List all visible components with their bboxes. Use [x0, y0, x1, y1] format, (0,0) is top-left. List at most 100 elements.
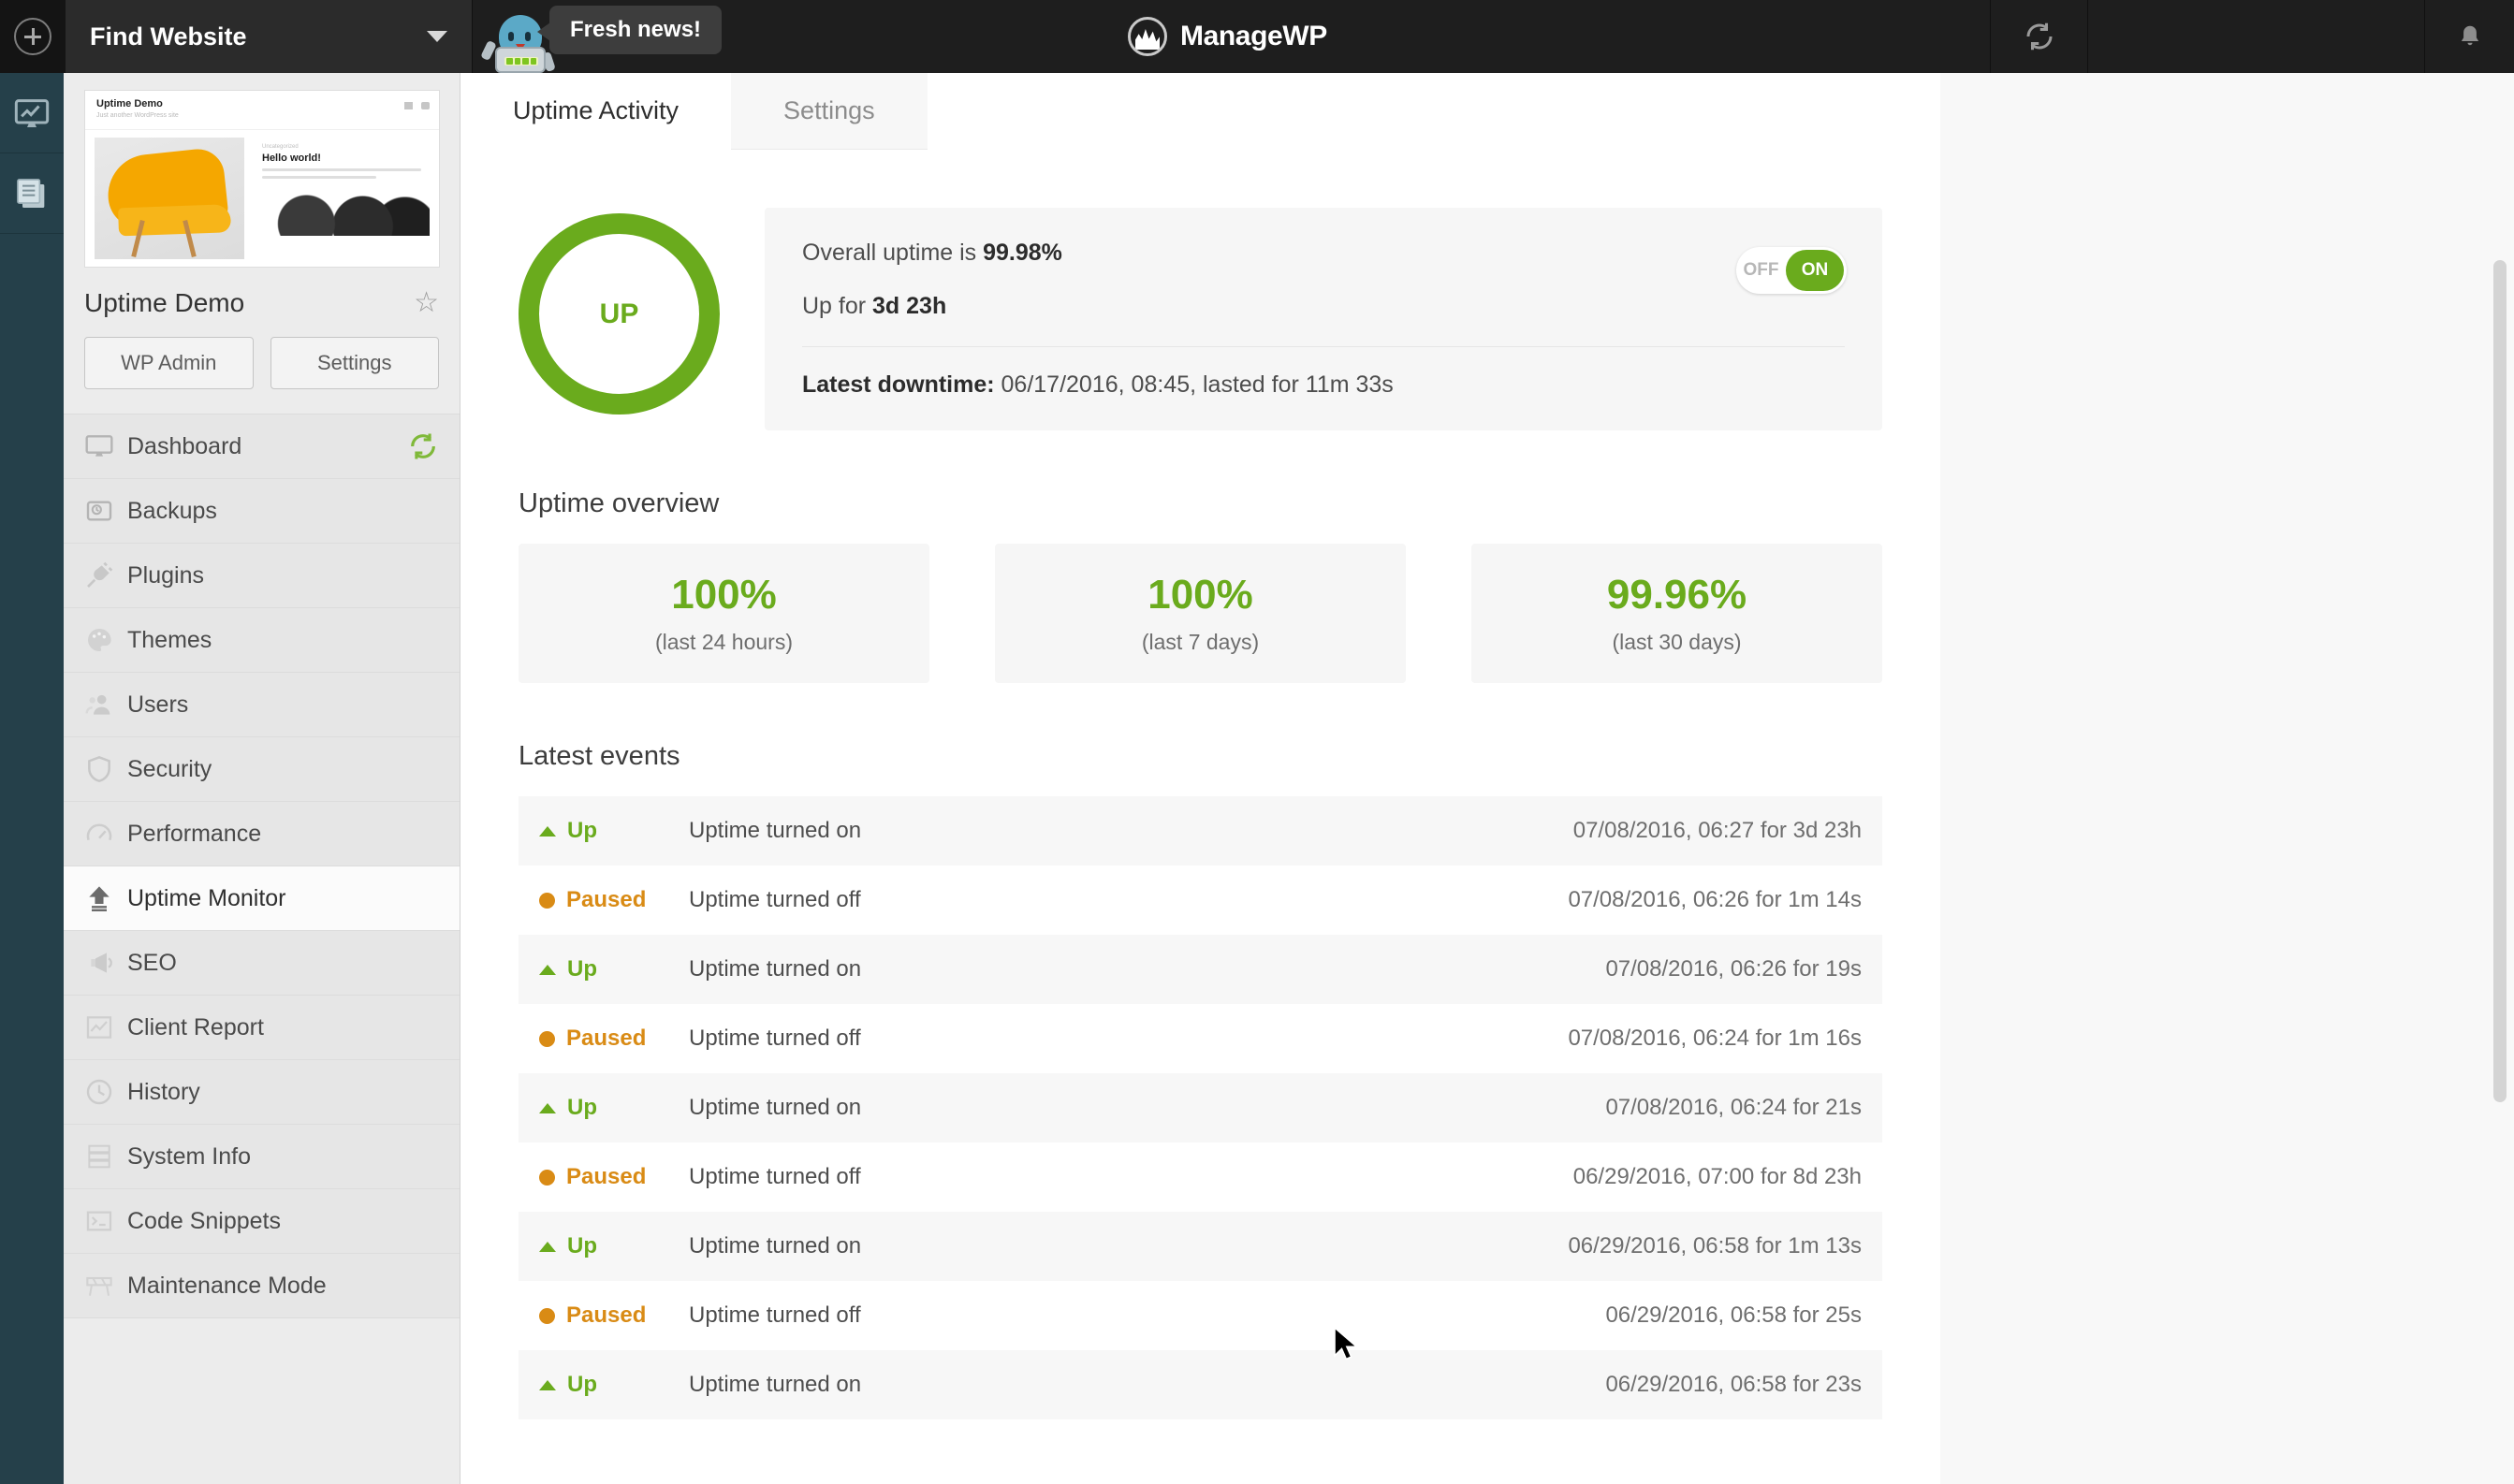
barrier-icon — [84, 1271, 127, 1301]
rail-item-analytics[interactable] — [0, 73, 64, 153]
up-for-line: Up for 3d 23h — [802, 293, 1845, 320]
rail-item-documents[interactable] — [0, 153, 64, 234]
app-root: Find Website Fresh news! ManageWP — [0, 0, 2514, 1484]
star-icon[interactable]: ☆ — [414, 289, 439, 317]
event-description: Uptime turned on — [689, 1233, 1568, 1259]
status-up-icon — [539, 1380, 556, 1390]
site-thumbnail-card[interactable]: Uptime Demo Just another WordPress site … — [64, 73, 460, 268]
palette-icon — [84, 625, 127, 655]
table-row[interactable]: Up Uptime turned on 07/08/2016, 06:27 fo… — [519, 796, 1882, 866]
harddrive-clock-icon — [84, 496, 127, 526]
sidebar-item-security[interactable]: Security — [64, 737, 460, 802]
plus-circle-icon — [14, 18, 51, 55]
status-divider — [802, 346, 1845, 347]
sidebar-item-label: History — [127, 1079, 439, 1106]
terminal-icon — [84, 1206, 127, 1236]
table-row[interactable]: Paused Uptime turned off 06/29/2016, 06:… — [519, 1281, 1882, 1350]
event-status: Up — [539, 818, 689, 844]
tab-bar: Uptime Activity Settings — [460, 73, 1940, 150]
latest-downtime-label: Latest downtime: — [802, 371, 995, 398]
overview-period: (last 24 hours) — [519, 630, 929, 655]
latest-events-table: Up Uptime turned on 07/08/2016, 06:27 fo… — [519, 796, 1882, 1419]
event-time: 07/08/2016, 06:27 for 3d 23h — [1573, 818, 1862, 844]
sidebar-item-label: Dashboard — [127, 433, 407, 460]
sidebar-item-code-snippets[interactable]: Code Snippets — [64, 1189, 460, 1254]
sidebar-item-label: Backups — [127, 498, 439, 525]
sidebar-nav: Dashboard Backups Plugins — [64, 414, 460, 1318]
status-paused-icon — [539, 1031, 555, 1047]
add-website-button[interactable] — [0, 0, 66, 73]
sidebar-item-maintenance-mode[interactable]: Maintenance Mode — [64, 1254, 460, 1318]
status-up-icon — [539, 1103, 556, 1113]
documents-icon — [13, 175, 51, 212]
overall-uptime-line: Overall uptime is 99.98% — [802, 240, 1845, 267]
event-status-label: Paused — [566, 887, 646, 913]
sidebar-item-plugins[interactable]: Plugins — [64, 544, 460, 608]
event-time: 06/29/2016, 06:58 for 25s — [1605, 1302, 1862, 1329]
up-for-prefix: Up for — [802, 293, 872, 319]
table-row[interactable]: Up Uptime turned on 06/29/2016, 06:58 fo… — [519, 1350, 1882, 1419]
event-status: Up — [539, 1095, 689, 1121]
sidebar-item-client-report[interactable]: Client Report — [64, 996, 460, 1060]
overview-card: 100% (last 24 hours) — [519, 544, 929, 683]
refresh-button[interactable] — [1990, 0, 2087, 73]
table-row[interactable]: Paused Uptime turned off 07/08/2016, 06:… — [519, 1004, 1882, 1073]
event-description: Uptime turned on — [689, 818, 1573, 844]
sync-icon[interactable] — [407, 430, 439, 462]
site-action-buttons: WP Admin Settings — [64, 337, 460, 414]
sidebar-item-backups[interactable]: Backups — [64, 479, 460, 544]
sidebar-item-system-info[interactable]: System Info — [64, 1125, 460, 1189]
brand-name: ManageWP — [1180, 21, 1327, 52]
notification-bell-icon — [2456, 22, 2484, 51]
megaphone-icon — [84, 948, 127, 978]
uptime-overview-cards: 100% (last 24 hours) 100% (last 7 days) … — [519, 544, 1882, 683]
tab-uptime-activity[interactable]: Uptime Activity — [460, 73, 731, 150]
thumbnail-body: Uncategorized Hello world! — [85, 130, 439, 267]
tab-settings[interactable]: Settings — [731, 73, 928, 150]
sidebar-item-label: Plugins — [127, 562, 439, 589]
event-status-label: Up — [567, 1372, 597, 1398]
thumbnail-post-image — [254, 193, 430, 236]
sidebar-item-uptime-monitor[interactable]: Uptime Monitor — [64, 866, 460, 931]
find-website-dropdown[interactable]: Find Website — [66, 0, 473, 73]
top-bar: Find Website Fresh news! ManageWP — [0, 0, 2514, 73]
table-row[interactable]: Up Uptime turned on 07/08/2016, 06:26 fo… — [519, 935, 1882, 1004]
sidebar-item-label: Themes — [127, 627, 439, 654]
site-name-row: Uptime Demo ☆ — [64, 268, 460, 337]
table-row[interactable]: Up Uptime turned on 07/08/2016, 06:24 fo… — [519, 1073, 1882, 1142]
find-website-label: Find Website — [90, 22, 427, 51]
sidebar-item-dashboard[interactable]: Dashboard — [64, 415, 460, 479]
sidebar-item-themes[interactable]: Themes — [64, 608, 460, 673]
event-status: Up — [539, 1372, 689, 1398]
uptime-monitor-toggle[interactable]: OFF ON — [1736, 247, 1847, 294]
sidebar-item-history[interactable]: History — [64, 1060, 460, 1125]
notifications-button[interactable] — [2424, 0, 2514, 73]
event-description: Uptime turned on — [689, 1372, 1605, 1398]
wp-admin-button[interactable]: WP Admin — [84, 337, 254, 389]
status-up-icon — [539, 965, 556, 975]
status-paused-icon — [539, 893, 555, 909]
uptime-overview-title: Uptime overview — [519, 488, 1882, 519]
sidebar-item-label: Uptime Monitor — [127, 885, 439, 912]
uptime-status-details: Overall uptime is 99.98% Up for 3d 23h L… — [765, 208, 1882, 430]
overall-uptime-value: 99.98% — [983, 240, 1062, 266]
vertical-scrollbar[interactable] — [2493, 260, 2507, 1102]
thumbnail-header: Uptime Demo Just another WordPress site — [85, 91, 439, 130]
table-row[interactable]: Paused Uptime turned off 07/08/2016, 06:… — [519, 866, 1882, 935]
site-settings-button[interactable]: Settings — [270, 337, 440, 389]
table-row[interactable]: Up Uptime turned on 06/29/2016, 06:58 fo… — [519, 1212, 1882, 1281]
sidebar-item-performance[interactable]: Performance — [64, 802, 460, 866]
sidebar-item-label: SEO — [127, 950, 439, 977]
status-up-icon — [539, 1242, 556, 1252]
news-mascot-area[interactable]: Fresh news! — [482, 0, 557, 73]
table-row[interactable]: Paused Uptime turned off 06/29/2016, 07:… — [519, 1142, 1882, 1212]
overview-percent: 100% — [995, 572, 1406, 618]
overview-percent: 99.96% — [1471, 572, 1882, 618]
sidebar-item-users[interactable]: Users — [64, 673, 460, 737]
fresh-news-tooltip[interactable]: Fresh news! — [549, 6, 722, 54]
thumbnail-post-title: Hello world! — [262, 153, 421, 164]
toggle-off-label: OFF — [1736, 260, 1786, 281]
left-icon-rail — [0, 73, 64, 1484]
managewp-logo[interactable]: ManageWP — [1128, 0, 1327, 73]
sidebar-item-seo[interactable]: SEO — [64, 931, 460, 996]
